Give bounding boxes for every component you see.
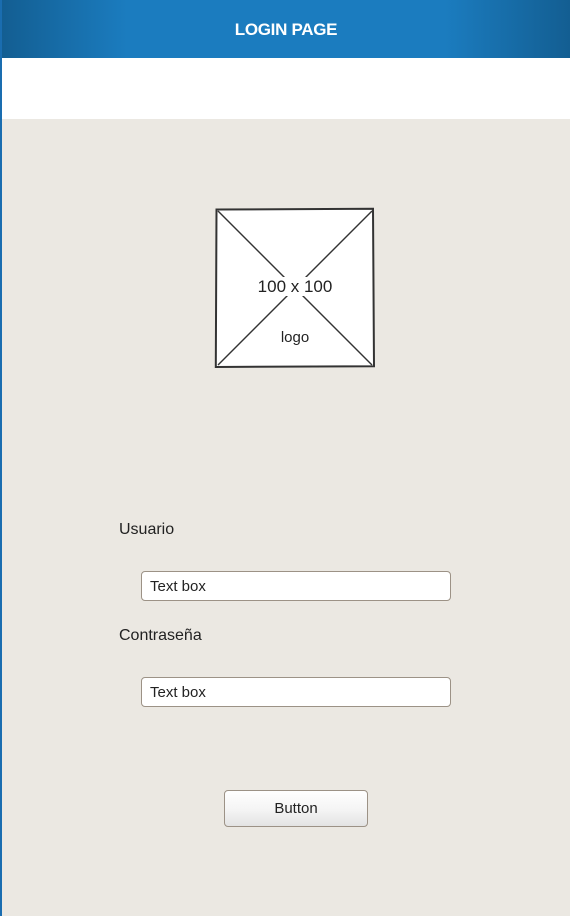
title-bar: LOGIN PAGE	[2, 0, 570, 58]
header-spacer	[2, 58, 570, 119]
app-frame: LOGIN PAGE 100 x 100 logo Usuario Contra…	[0, 0, 570, 916]
page-title: LOGIN PAGE	[234, 20, 338, 39]
logo-size-text: 100 x 100	[214, 277, 376, 297]
submit-button[interactable]: Button	[224, 790, 368, 827]
username-label: Usuario	[119, 521, 175, 538]
logo-placeholder: 100 x 100 logo	[214, 207, 376, 369]
username-input[interactable]	[141, 571, 451, 601]
logo-caption: logo	[214, 329, 376, 346]
password-input[interactable]	[141, 677, 451, 707]
password-label: Contraseña	[119, 627, 202, 644]
logo-size-value: 100 x 100	[255, 277, 335, 296]
logo-label: logo	[278, 329, 312, 346]
